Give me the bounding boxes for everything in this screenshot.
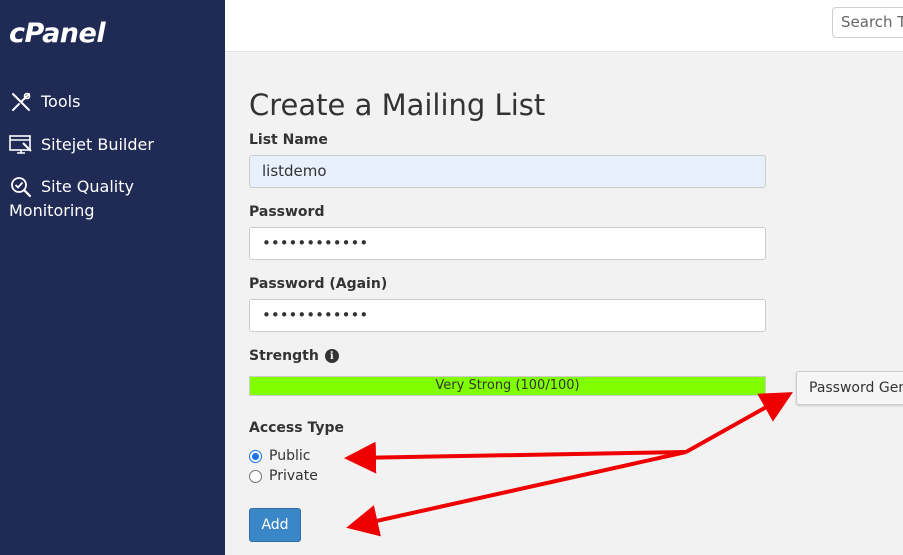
- info-icon[interactable]: i: [324, 349, 339, 363]
- arrow-to-add-button: [346, 450, 687, 537]
- arrow-to-public-option: [344, 441, 687, 474]
- list-name-label: List Name: [249, 132, 328, 148]
- sitejet-icon: [9, 133, 33, 157]
- password-again-label: Password (Again): [249, 276, 388, 292]
- site-quality-icon: [9, 175, 33, 199]
- public-label: Public: [269, 448, 311, 464]
- public-radio[interactable]: [249, 449, 262, 463]
- list-name-input[interactable]: listdemo: [249, 155, 766, 188]
- private-radio[interactable]: [249, 469, 262, 483]
- sidebar-item-sitejet[interactable]: Sitejet Builder: [9, 133, 154, 157]
- password-again-input[interactable]: ••••••••••••: [249, 299, 766, 332]
- sidebar-item-label: Tools: [41, 92, 81, 111]
- strength-label: Strength: [249, 348, 319, 364]
- strength-meter: Very Strong (100/100): [249, 376, 766, 396]
- access-public-option[interactable]: Public: [249, 448, 310, 464]
- password-input[interactable]: ••••••••••••: [249, 227, 766, 260]
- strength-meter-text: Very Strong (100/100): [435, 378, 580, 393]
- access-private-option[interactable]: Private: [249, 468, 318, 484]
- sidebar-item-label: Sitejet Builder: [41, 135, 154, 154]
- strength-row: Strength i: [249, 348, 339, 364]
- search-input[interactable]: Search T: [832, 7, 903, 38]
- sidebar-item-label: Monitoring: [9, 201, 95, 220]
- password-label: Password: [249, 204, 325, 220]
- sidebar-item-tools[interactable]: Tools: [9, 90, 80, 114]
- sidebar: cPanel Tools Sitejet Builder Site Qualit…: [0, 0, 225, 555]
- tools-icon: [9, 90, 33, 114]
- password-generator-button[interactable]: Password Gene: [796, 371, 903, 405]
- access-type-label: Access Type: [249, 420, 344, 436]
- cpanel-logo[interactable]: cPanel: [9, 18, 106, 49]
- page-title: Create a Mailing List: [249, 88, 546, 122]
- arrow-to-password-generator: [685, 392, 793, 454]
- top-bar: Search T: [225, 0, 903, 52]
- add-button[interactable]: Add: [249, 508, 301, 542]
- sidebar-item-label-continued: Monitoring: [9, 199, 95, 223]
- private-label: Private: [269, 468, 318, 484]
- sidebar-item-site-quality[interactable]: Site Quality: [9, 175, 134, 199]
- sidebar-item-label: Site Quality: [41, 177, 134, 196]
